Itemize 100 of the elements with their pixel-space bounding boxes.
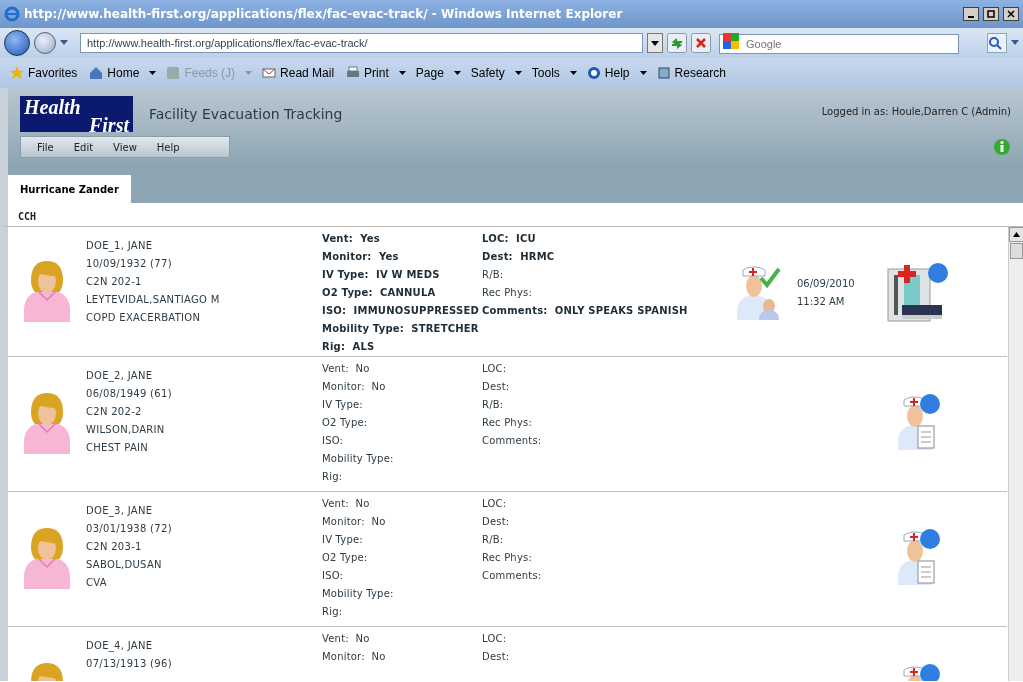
patient-name: DOE_1, JANE [86,239,154,254]
field-text: LOC: [482,632,508,646]
evacuation-time: 11:32 AM [797,295,846,309]
maximize-icon [987,10,995,18]
diagnosis-text: CVA [86,576,108,590]
field-text: ISO: IMMUNOSUPPRESSED [322,304,480,318]
search-icon [988,36,1002,50]
field-text: Vent: No [322,632,371,646]
field-text: LOC: [482,497,508,511]
field-text: Rig: [322,605,344,619]
forward-button[interactable] [34,32,56,54]
field-text: Dest: [482,380,511,394]
toolbar-button[interactable]: Favorites [8,64,80,82]
field-text: Comments: [482,434,543,448]
field-text: O2 Type: CANNULA [322,286,437,300]
toolbar-button[interactable]: Tools [529,64,562,82]
dropdown-arrow-icon[interactable] [639,70,647,76]
room-number: C2N 202-1 [86,275,143,289]
dropdown-arrow-icon[interactable] [569,70,577,76]
menu-item[interactable]: File [27,139,64,155]
field-text: Mobility Type: [322,452,395,466]
room-number: C2N 203-1 [86,540,143,554]
toolbar-button[interactable]: Safety [468,64,507,82]
field-text: Mobility Type: [322,587,395,601]
search-field[interactable]: Google [719,34,959,54]
field-text: ISO: [322,569,345,583]
logo-text: Health [24,98,82,116]
field-text: Rig: [322,470,344,484]
field-text: Monitor: No [322,515,387,529]
browser-logo-icon [4,6,20,22]
field-text: Vent: Yes [322,232,381,246]
search-button[interactable] [987,33,1007,53]
field-text: Rig: ALS [322,340,376,354]
section-header: CCH [0,203,1023,227]
toolbar-button[interactable]: Read Mail [260,64,337,82]
logged-in-text: Logged in as: Houle,Darren C (Admin) [821,105,1011,119]
birth-date: 03/01/1938 (72) [86,522,173,536]
menu-item[interactable]: Help [146,139,190,155]
field-text: Monitor: No [322,380,387,394]
field-text: R/B: [482,398,505,412]
field-text: Monitor: Yes [322,250,400,264]
dropdown-arrow-icon[interactable] [149,70,157,76]
back-button[interactable] [4,30,30,56]
info-icon[interactable] [993,138,1011,156]
star-icon [10,66,24,80]
minimize-button[interactable] [963,7,979,21]
printer-icon [346,66,361,80]
scroll-thumb[interactable] [1010,243,1023,259]
address-field[interactable]: http://www.health-first.org/applications/flex/fac-evac-track/ [80,33,643,53]
close-icon [1007,10,1015,18]
birth-date: 07/13/1913 (96) [86,657,173,671]
physician-name: SABOL,DUSAN [86,558,163,572]
scrollbar[interactable] [1008,227,1023,681]
field-text: O2 Type: [322,551,369,565]
field-text: IV Type: IV W MEDS [322,268,441,282]
menu-item[interactable]: Edit [63,139,104,155]
field-text: Comments: ONLY SPEAKS SPANISH [482,304,689,318]
field-text: LOC: [482,362,508,376]
field-text: Rec Phys: [482,551,533,565]
stop-icon[interactable] [691,33,711,53]
patient-name: DOE_2, JANE [86,369,154,384]
physician-name: WILSON,DARIN [86,423,166,437]
logo-text: First [87,116,129,134]
field-text: ISO: [322,434,345,448]
field-text: LOC: ICU [482,232,537,246]
birth-date: 06/08/1949 (61) [86,387,173,401]
app-title: Facility Evacuation Tracking [149,105,344,124]
toolbar-button[interactable]: Print [344,64,391,82]
field-text: IV Type: [322,533,364,547]
physician-name: LEYTEVIDAL,SANTIAGO M [86,293,221,307]
room-number: C2N 202-2 [86,405,143,419]
patient-name: DOE_3, JANE [86,504,154,519]
field-text: IV Type: [322,398,364,412]
dropdown-arrow-icon[interactable] [453,70,461,76]
dropdown-arrow-icon[interactable] [514,70,522,76]
toolbar-button[interactable]: Page [413,64,446,82]
field-text: Vent: No [322,362,371,376]
field-text: Mobility Type: STRETCHER [322,322,480,336]
tab[interactable]: Hurricane Zander [8,175,131,203]
toolbar-button[interactable]: Research [654,64,728,82]
house-icon [89,66,104,80]
birth-date: 10/09/1932 (77) [86,257,173,271]
toolbar-button[interactable]: Help [584,64,632,82]
field-text: O2 Type: [322,416,369,430]
close-button[interactable] [1003,7,1019,21]
toolbar-button[interactable]: Home [87,64,142,82]
field-text: Vent: No [322,497,371,511]
field-text: Comments: [482,569,543,583]
menu-item[interactable]: View [103,139,147,155]
field-text: Rec Phys: [482,286,533,300]
window-title: http://www.health-first.org/applications/flex/fac-evac-track/ - Windows Internet Explorer [24,6,624,23]
field-text: Dest: HRMC [482,250,556,264]
field-text: Monitor: No [322,650,387,664]
search-provider-icon [723,33,739,49]
patient-name: DOE_4, JANE [86,639,154,654]
scroll-up-arrow-icon[interactable] [1013,232,1020,237]
maximize-button[interactable] [983,7,999,21]
field-text: R/B: [482,268,505,282]
field-text: R/B: [482,533,505,547]
dropdown-arrow-icon[interactable] [398,70,406,76]
